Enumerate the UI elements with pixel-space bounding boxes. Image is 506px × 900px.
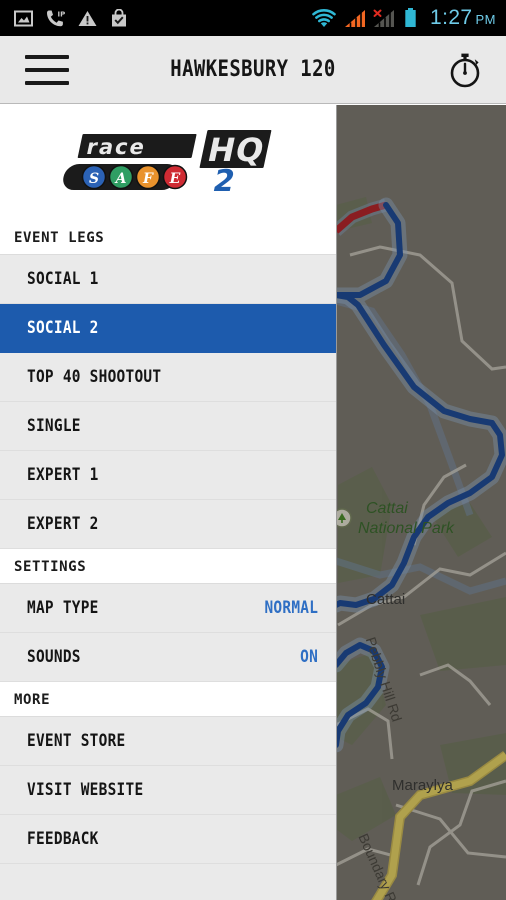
drawer-item-label: SOUNDS <box>27 647 81 667</box>
action-bar: HAWKESBURY 120 <box>0 36 506 104</box>
drawer-item-sounds[interactable]: SOUNDS ON <box>0 633 336 682</box>
racehq2-logo: race HQ 2 S A F E <box>58 123 278 203</box>
hamburger-bar <box>25 54 69 59</box>
drawer-item-expert-2[interactable]: EXPERT 2 <box>0 500 336 549</box>
drawer-item-label: EXPERT 1 <box>27 465 99 485</box>
status-bar-notification-icons: IP <box>14 8 128 28</box>
drawer-item-label: MAP TYPE <box>27 598 99 618</box>
svg-text:IP: IP <box>58 10 66 18</box>
drawer-section-header: EVENT LEGS <box>0 220 336 255</box>
signal-bars-icon <box>345 9 366 28</box>
drawer-item-label: TOP 40 SHOOTOUT <box>27 367 162 387</box>
svg-text:race: race <box>84 135 148 160</box>
drawer-item-single[interactable]: SINGLE <box>0 402 336 451</box>
map-label-road-boundary: Boundary Rd <box>355 831 404 900</box>
warning-icon <box>78 10 97 26</box>
map-label-town-maraylya: Maraylya <box>392 777 453 794</box>
map-label-town-cattai: Cattai <box>366 591 406 608</box>
hamburger-bar <box>25 80 69 85</box>
svg-text:A: A <box>114 171 127 187</box>
drawer-item-visit-website[interactable]: VISIT WEBSITE <box>0 766 336 815</box>
logo-hq-word: HQ <box>197 127 274 170</box>
stopwatch-icon[interactable] <box>446 51 484 89</box>
map-label-park-line1: Cattai <box>366 500 408 517</box>
voip-call-icon: IP <box>47 10 66 26</box>
drawer-item-label: VISIT WEBSITE <box>27 780 144 800</box>
drawer-item-top-40-shootout[interactable]: TOP 40 SHOOTOUT <box>0 353 336 402</box>
shopping-bag-check-icon <box>112 8 126 26</box>
map-label-park-line2: National Park <box>358 520 455 537</box>
signal-bars-no-service-icon <box>373 9 395 28</box>
map-label-road-pebbly-hill: Pebbly Hill Rd <box>362 635 406 724</box>
logo-safe-badge: S A F E <box>61 161 188 192</box>
drawer-item-map-type[interactable]: MAP TYPE NORMAL <box>0 584 336 633</box>
svg-text:HQ: HQ <box>204 131 268 169</box>
drawer-item-expert-1[interactable]: EXPERT 1 <box>0 451 336 500</box>
drawer-item-value: NORMAL <box>264 598 318 618</box>
drawer-item-label: EXPERT 2 <box>27 514 99 534</box>
status-bar-clock: 1:27 PM <box>430 6 496 29</box>
status-bar: IP 1:27 PM <box>0 0 506 36</box>
drawer-item-value: ON <box>300 647 318 667</box>
drawer-item-social-1[interactable]: SOCIAL 1 <box>0 255 336 304</box>
image-icon <box>14 10 33 26</box>
drawer-item-feedback[interactable]: FEEDBACK <box>0 815 336 864</box>
drawer-item-label: FEEDBACK <box>27 829 99 849</box>
app-logo-header: race HQ 2 S A F E <box>0 105 336 220</box>
drawer-item-label: SOCIAL 2 <box>27 318 99 338</box>
drawer-item-social-2[interactable]: SOCIAL 2 <box>0 304 336 353</box>
logo-race-word: race <box>75 131 199 160</box>
navigation-drawer: race HQ 2 S A F E EVENT LEGS SOCIAL 1 SO… <box>0 105 337 900</box>
hamburger-menu-icon[interactable] <box>25 54 69 85</box>
drawer-item-label: SINGLE <box>27 416 81 436</box>
svg-text:F: F <box>142 171 154 187</box>
drawer-item-label: SOCIAL 1 <box>27 269 99 289</box>
battery-icon <box>405 8 416 27</box>
drawer-item-label: EVENT STORE <box>27 731 126 751</box>
hamburger-bar <box>25 67 69 72</box>
wifi-icon <box>312 9 336 27</box>
svg-text:S: S <box>89 171 99 187</box>
drawer-menu: EVENT LEGS SOCIAL 1 SOCIAL 2 TOP 40 SHOOTOU… <box>0 220 336 900</box>
drawer-section-header: SETTINGS <box>0 549 336 584</box>
drawer-empty-row <box>0 864 336 900</box>
drawer-item-event-store[interactable]: EVENT STORE <box>0 717 336 766</box>
app-screen: IP 1:27 PM HAWKESBURY 120 Cattai Nationa… <box>0 0 506 900</box>
drawer-section-header: MORE <box>0 682 336 717</box>
status-bar-system-icons: 1:27 PM <box>311 6 496 30</box>
svg-text:E: E <box>169 171 181 187</box>
page-title: HAWKESBURY 120 <box>170 57 336 82</box>
